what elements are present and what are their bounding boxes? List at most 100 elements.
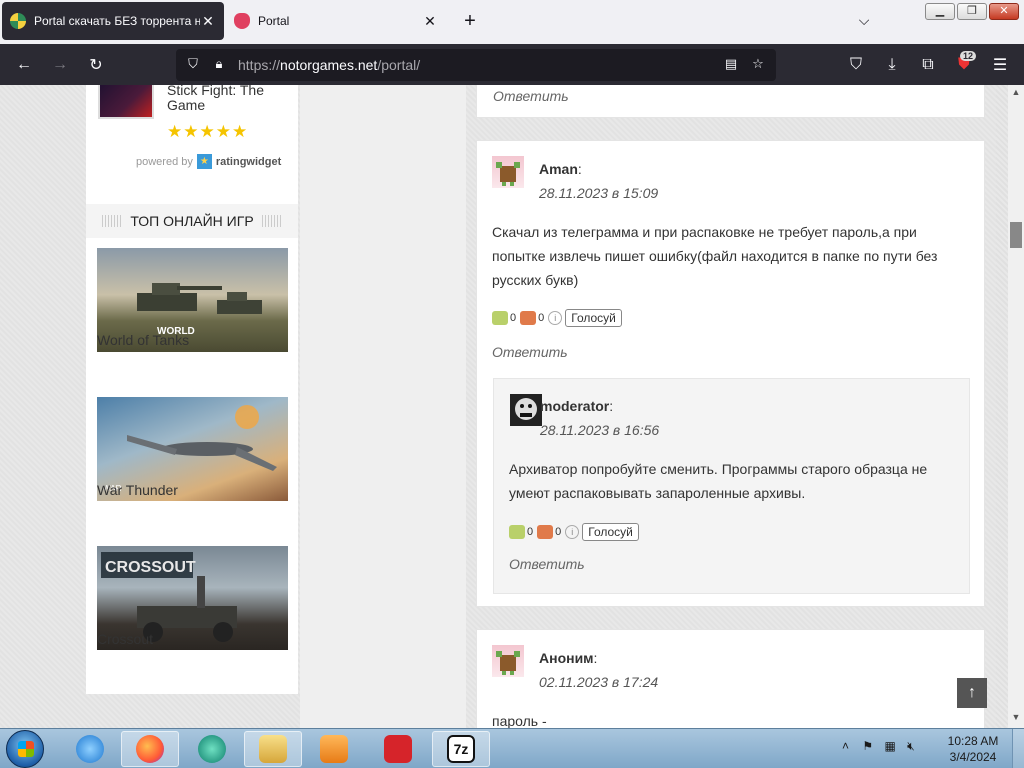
taskbar-7zip[interactable]: 7z	[432, 731, 490, 767]
forward-arrow-icon[interactable]: →	[47, 52, 73, 78]
clock-time: 10:28 AM	[947, 734, 999, 748]
content-gap	[300, 85, 466, 728]
menu-hamburger-icon[interactable]: ☰	[987, 52, 1013, 78]
taskbar-media-player[interactable]	[305, 731, 363, 767]
tab-title: Portal скачать БЕЗ торрента на ПК	[34, 14, 200, 28]
comment-line: умеют распаковывать запароленные архивы.	[509, 485, 806, 501]
game-link-crossout[interactable]: Crossout	[97, 631, 153, 647]
game-link-war-thunder[interactable]: War Thunder	[97, 482, 178, 498]
navigation-toolbar: ← → ↻ ⛉ 🔒︎ https://notorgames.net/portal…	[0, 44, 1024, 85]
extensions-puzzle-icon[interactable]: ⧉	[915, 52, 941, 78]
thumbs-down-icon[interactable]	[520, 311, 537, 325]
download-icon[interactable]: ⤓	[879, 52, 905, 78]
nested-reply: moderator: 28.11.2023 в 16:56 Архиватор …	[493, 378, 970, 594]
comment-date[interactable]: 28.11.2023 в 15:09	[539, 185, 658, 201]
thumbs-down-icon[interactable]	[537, 525, 554, 539]
reload-icon[interactable]: ↻	[83, 52, 109, 78]
scrollbar-thumb[interactable]	[1010, 222, 1022, 248]
taskbar-firefox[interactable]	[121, 731, 179, 767]
bookmark-star-icon[interactable]: ☆	[749, 56, 767, 74]
firefox-icon	[136, 735, 164, 763]
taskbar-file-explorer[interactable]	[244, 731, 302, 767]
tab-portal-download[interactable]: Portal скачать БЕЗ торрента на ПК ✕	[2, 2, 224, 40]
info-icon[interactable]: i	[565, 525, 580, 539]
svg-text:CROSSOUT: CROSSOUT	[105, 559, 196, 576]
new-tab-plus-icon[interactable]: +	[458, 10, 482, 34]
taskbar-game-launcher[interactable]	[369, 731, 427, 767]
volume-muted-icon[interactable]: 🔇︎	[907, 739, 915, 753]
close-icon[interactable]: ✕	[422, 13, 438, 30]
game-link-world-of-tanks[interactable]: World of Tanks	[97, 332, 189, 348]
minimize-button[interactable]: ▁	[925, 3, 955, 20]
close-window-button[interactable]: ✕	[989, 3, 1019, 20]
comment-card: Ответить	[476, 85, 985, 118]
comment-text: пароль -	[492, 709, 972, 728]
stick-fight-thumbnail[interactable]	[98, 85, 154, 119]
comment-text: Скачал из телеграмма и при распаковке не…	[492, 220, 972, 292]
list-all-tabs-chevron-down-icon[interactable]: ⌵	[852, 12, 876, 32]
scroll-up-arrow-icon[interactable]: ▲	[1008, 87, 1024, 101]
reader-view-icon[interactable]: ▤	[722, 56, 740, 74]
comment-line: пароль -	[492, 713, 547, 728]
vote-button[interactable]: Голосуй	[565, 309, 622, 327]
url-scheme: https://	[238, 57, 281, 73]
scroll-down-arrow-icon[interactable]: ▼	[1008, 712, 1024, 726]
folder-icon	[259, 735, 287, 763]
comment-line: попытке извлечь пишет ошибку(файл находи…	[492, 248, 938, 264]
show-desktop-button[interactable]	[1012, 729, 1024, 768]
back-arrow-icon[interactable]: ←	[11, 52, 37, 78]
lock-icon[interactable]: 🔒︎	[210, 56, 228, 74]
face-avatar-icon	[515, 398, 537, 420]
moderator-avatar	[510, 394, 542, 426]
downvote-count: 0	[555, 526, 562, 538]
thumbs-up-icon[interactable]	[492, 311, 508, 325]
heading-decoration	[102, 215, 123, 227]
powered-by[interactable]: powered by ★ ratingwidget	[136, 154, 281, 169]
comment-author: Аноним:	[539, 650, 598, 666]
pocket-icon[interactable]: ⛉	[843, 52, 869, 78]
comment-author: Aman:	[539, 161, 582, 177]
network-icon[interactable]: ▦	[884, 739, 895, 753]
taskbar-app-teal[interactable]	[183, 731, 241, 767]
restore-button[interactable]: ❐	[957, 3, 987, 20]
scroll-to-top-arrow-up-icon[interactable]: ↑	[957, 678, 987, 708]
teal-app-icon	[198, 735, 226, 763]
comment-date[interactable]: 28.11.2023 в 16:56	[540, 422, 659, 438]
comment-author: moderator:	[540, 398, 614, 414]
page-scrollbar[interactable]: ▲ ▼	[1008, 85, 1024, 728]
close-icon[interactable]: ✕	[200, 13, 216, 30]
vote-button[interactable]: Голосуй	[582, 523, 639, 541]
tab-portal[interactable]: Portal ✕	[226, 0, 446, 42]
reply-link[interactable]: Ответить	[493, 88, 569, 104]
rated-game-title[interactable]: Stick Fight: The Game	[167, 85, 287, 113]
comment-date[interactable]: 02.11.2023 в 17:24	[539, 674, 658, 690]
comment-line: Скачал из телеграмма и при распаковке не…	[492, 224, 917, 240]
ratingwidget-star-icon: ★	[196, 154, 212, 169]
monster-avatar-icon	[496, 651, 520, 675]
shield-icon[interactable]: ⛉	[184, 56, 202, 74]
tab-favicon-icon	[234, 13, 250, 29]
url-text[interactable]: https://notorgames.net/portal/	[238, 57, 420, 73]
tray-expand-chevron-up-icon[interactable]: ˄	[842, 739, 849, 753]
comment-card: Аноним: 02.11.2023 в 17:24 пароль -	[476, 629, 985, 728]
comment-card: Aman: 28.11.2023 в 15:09 Скачал из телег…	[476, 140, 985, 607]
heading-decoration	[261, 215, 282, 227]
taskbar-clock[interactable]: 10:28 AM 3/4/2024	[944, 733, 1002, 765]
start-button[interactable]	[6, 730, 44, 768]
tab-title: Portal	[258, 14, 290, 28]
thumbs-up-icon[interactable]	[509, 525, 525, 539]
comment-line: Архиватор попробуйте сменить. Программы …	[509, 461, 928, 477]
action-center-flag-icon[interactable]: ⚑	[862, 739, 873, 753]
info-icon[interactable]: i	[548, 311, 563, 325]
downvote-count: 0	[538, 312, 545, 324]
page-viewport: Stick Fight: The Game ★★★★★ powered by ★…	[0, 85, 1008, 728]
powered-by-text: powered by	[136, 155, 193, 168]
reply-link[interactable]: Ответить	[509, 556, 585, 572]
rating-stars[interactable]: ★★★★★	[167, 122, 248, 142]
taskbar-internet-explorer[interactable]	[61, 731, 119, 767]
url-path: /portal/	[377, 57, 421, 73]
comment-line: русских букв)	[492, 272, 579, 288]
url-bar[interactable]: ⛉ 🔒︎ https://notorgames.net/portal/ ▤ ☆	[176, 49, 776, 81]
taskbar: 7z ˄ ⚑ ▦ 🔇︎ 10:28 AM 3/4/2024	[0, 728, 1024, 768]
reply-link[interactable]: Ответить	[492, 344, 568, 360]
